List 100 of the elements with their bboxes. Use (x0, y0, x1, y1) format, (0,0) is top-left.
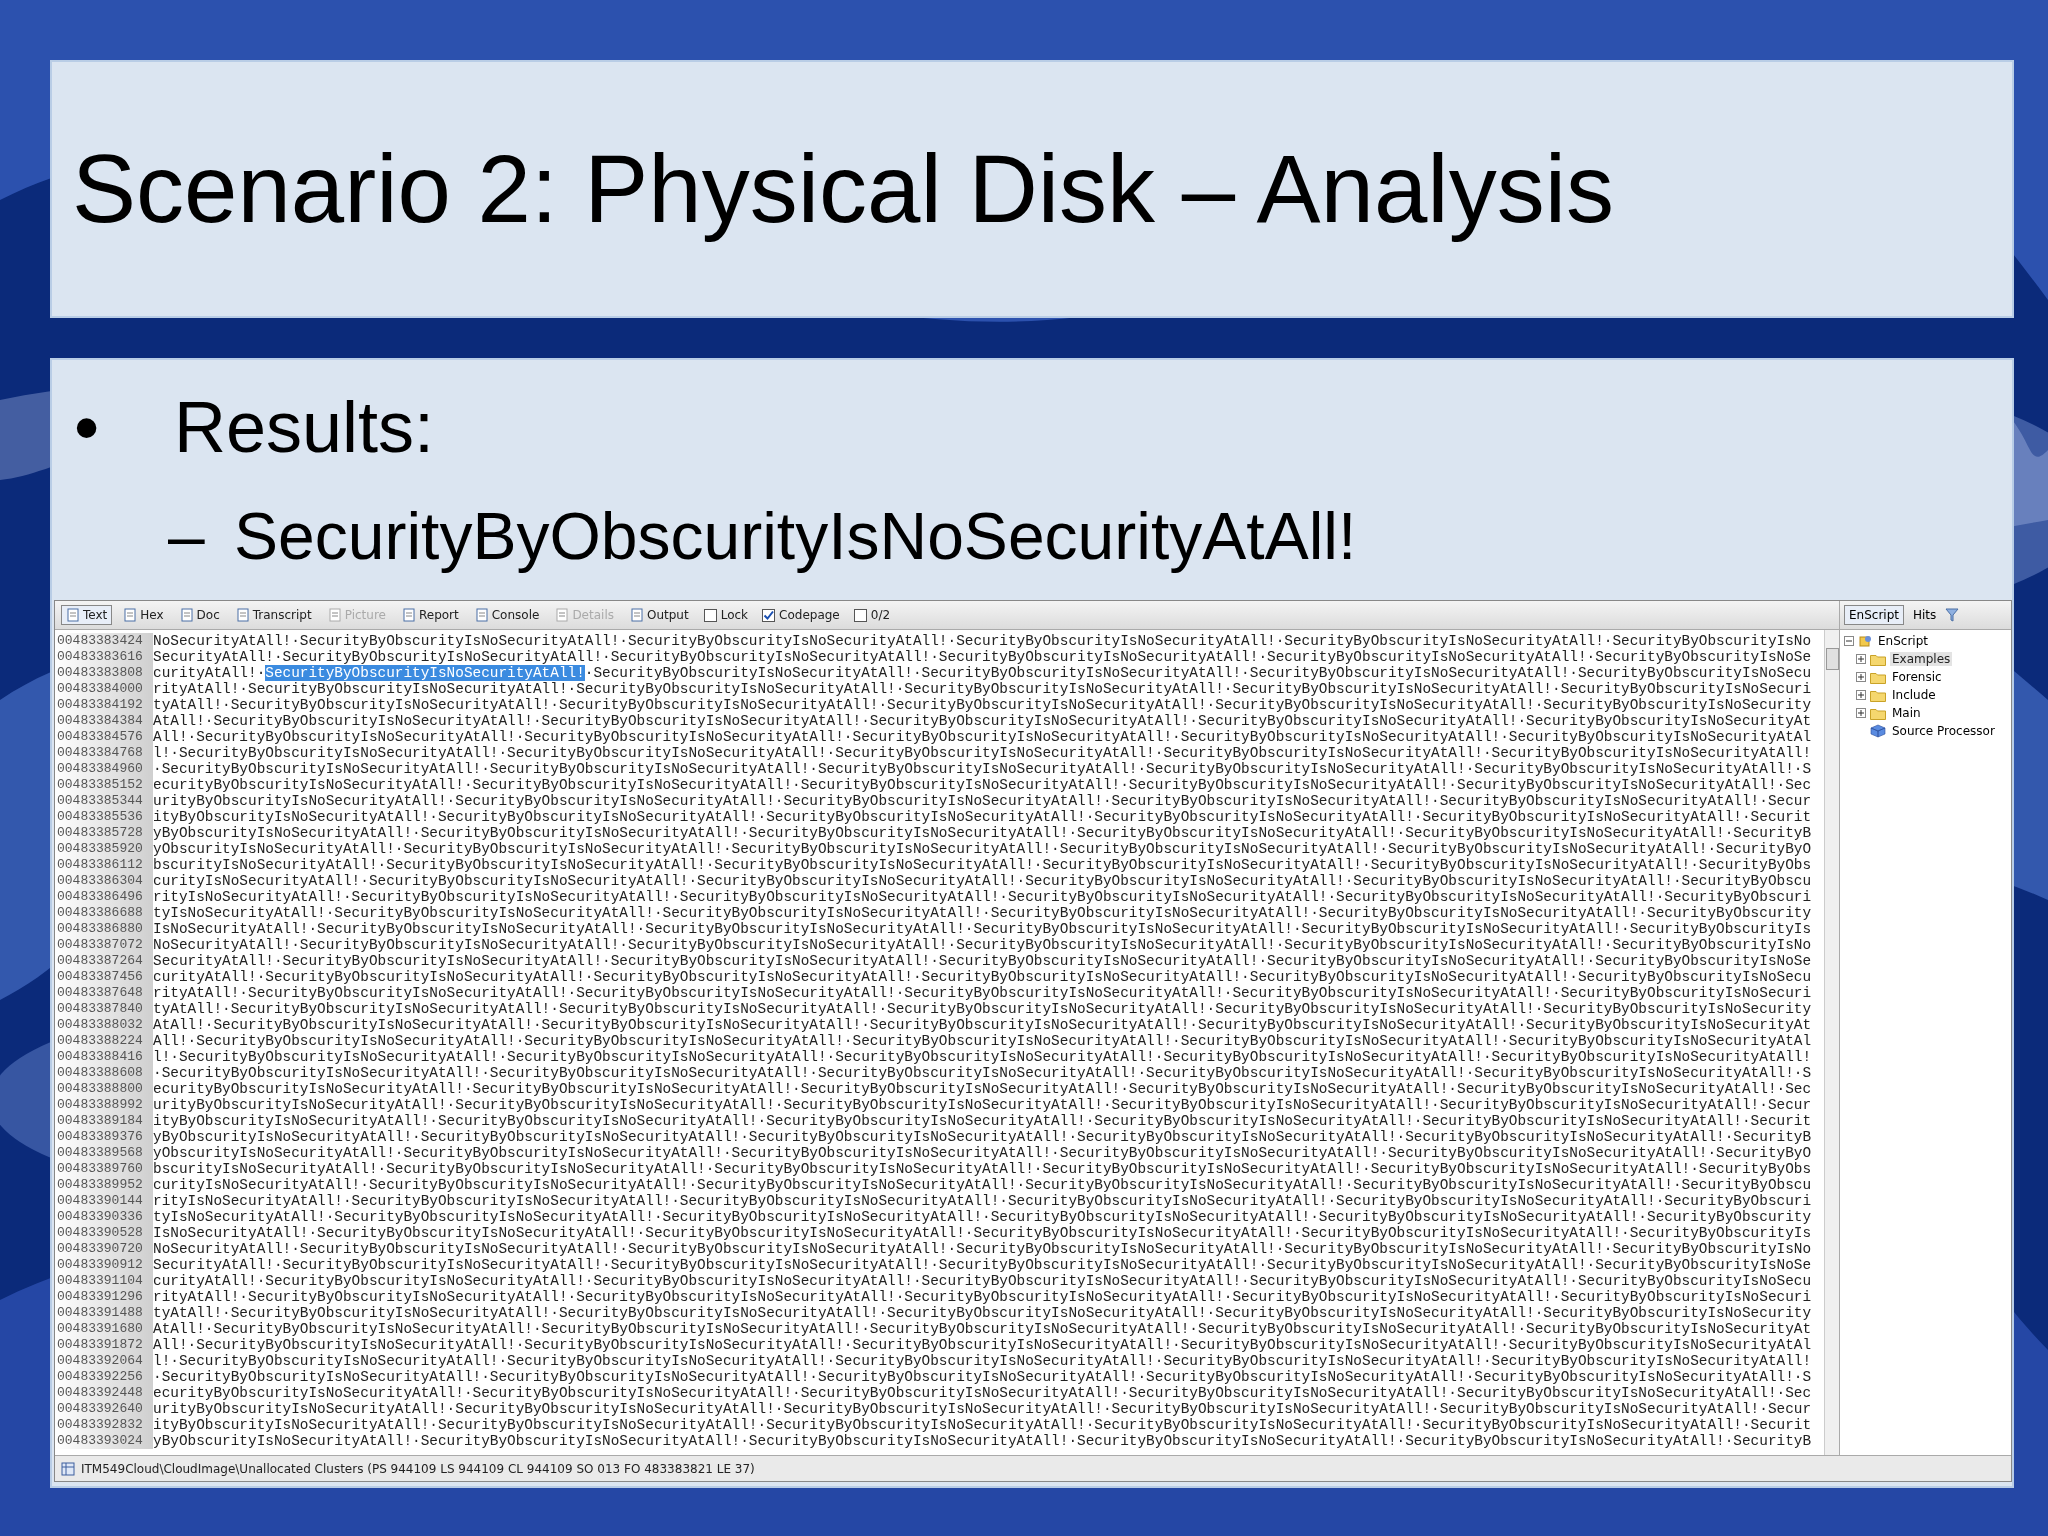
data-text: IsNoSecurityAtAll!·SecurityByObscurityIsNoSecurityAtAll!·SecurityByObscurityIsNoSecurityAtAll!·SecurityByObscurityIsNoSecurityAtAll!·SecurityByObscurityIsNoSecurityAtAll!·SecurityByObscurityIs (153, 921, 1812, 937)
offset-cell: 00483391488 (55, 1305, 153, 1321)
bullet-text: SecurityByObscurityIsNoSecurityAtAll! (234, 498, 1357, 574)
data-text: tyIsNoSecurityAtAll!·SecurityByObscurityIsNoSecurityAtAll!·SecurityByObscurityIsNoSecurityAtAll!·SecurityByObscurityIsNoSecurityAtAll!·SecurityByObscurityIsNoSecurityAtAll!·SecurityByObscurity (153, 1209, 1812, 1225)
page-icon (555, 608, 570, 622)
tree-item[interactable]: Examples (1890, 652, 1953, 666)
offset-cell: 00483387264 (55, 953, 153, 969)
offset-cell: 00483384768 (55, 745, 153, 761)
checkbox[interactable] (853, 608, 867, 622)
data-text: rityAtAll!·SecurityByObscurityIsNoSecurityAtAll!·SecurityByObscurityIsNoSecurityAtAll!·SecurityByObscurityIsNoSecurityAtAll!·SecurityByObscurityIsNoSecurityAtAll!·SecurityByObscurityIsNoSecuri (153, 1289, 1812, 1305)
tree-item[interactable]: Forensic (1890, 670, 1944, 684)
script-icon (1858, 634, 1872, 648)
offset-cell: 00483385920 (55, 841, 153, 857)
data-text: tyIsNoSecurityAtAll!·SecurityByObscurityIsNoSecurityAtAll!·SecurityByObscurityIsNoSecurityAtAll!·SecurityByObscurityIsNoSecurityAtAll!·SecurityByObscurityIsNoSecurityAtAll!·SecurityByObscurity (153, 905, 1812, 921)
data-text: ecurityByObscurityIsNoSecurityAtAll!·SecurityByObscurityIsNoSecurityAtAll!·SecurityByObscurityIsNoSecurityAtAll!·SecurityByObscurityIsNoSecurityAtAll!·SecurityByObscurityIsNoSecurityAtAll!·Sec (153, 777, 1812, 793)
page-icon (327, 608, 342, 622)
data-text: NoSecurityAtAll!·SecurityByObscurityIsNoSecurityAtAll!·SecurityByObscurityIsNoSecurityAtAll!·SecurityByObscurityIsNoSecurityAtAll!·SecurityByObscurityIsNoSecurityAtAll!·SecurityByObscurityIsNo (153, 633, 1812, 649)
panel-tab[interactable]: Hits (1908, 605, 1942, 625)
data-text: bscurityIsNoSecurityAtAll!·SecurityByObscurityIsNoSecurityAtAll!·SecurityByObscurityIsNoSecurityAtAll!·SecurityByObscurityIsNoSecurityAtAll!·SecurityByObscurityIsNoSecurityAtAll!·SecurityByObs (153, 1161, 1812, 1177)
offset-cell: 00483389760 (55, 1161, 153, 1177)
expand-icon[interactable] (1856, 672, 1866, 682)
data-text: curityIsNoSecurityAtAll!·SecurityByObscurityIsNoSecurityAtAll!·SecurityByObscurityIsNoSecurityAtAll!·SecurityByObscurityIsNoSecurityAtAll!·SecurityByObscurityIsNoSecurityAtAll!·SecurityByObscu (153, 1177, 1812, 1193)
offset-cell: 00483386496 (55, 889, 153, 905)
data-text: tyAtAll!·SecurityByObscurityIsNoSecurityAtAll!·SecurityByObscurityIsNoSecurityAtAll!·SecurityByObscurityIsNoSecurityAtAll!·SecurityByObscurityIsNoSecurityAtAll!·SecurityByObscurityIsNoSecurity (153, 697, 1812, 713)
data-text: urityByObscurityIsNoSecurityAtAll!·SecurityByObscurityIsNoSecurityAtAll!·SecurityByObscurityIsNoSecurityAtAll!·SecurityByObscurityIsNoSecurityAtAll!·SecurityByObscurityIsNoSecurityAtAll!·Secur (153, 1401, 1812, 1417)
collapse-icon[interactable] (1844, 636, 1854, 646)
data-text: curityAtAll!·SecurityByObscurityIsNoSecurityAtAll!·SecurityByObscurityIsNoSecurityAtAll!·SecurityByObscurityIsNoSecurityAtAll!·SecurityByObscurityIsNoSecurityAtAll!·SecurityByObscurityIsNoSecu (153, 969, 1812, 985)
data-text: rityIsNoSecurityAtAll!·SecurityByObscurityIsNoSecurityAtAll!·SecurityByObscurityIsNoSecurityAtAll!·SecurityByObscurityIsNoSecurityAtAll!·SecurityByObscurityIsNoSecurityAtAll!·SecurityByObscuri (153, 889, 1812, 905)
data-text: ityByObscurityIsNoSecurityAtAll!·SecurityByObscurityIsNoSecurityAtAll!·SecurityByObscurityIsNoSecurityAtAll!·SecurityByObscurityIsNoSecurityAtAll!·SecurityByObscurityIsNoSecurityAtAll!·Securit (153, 1417, 1812, 1433)
page-icon (474, 608, 489, 622)
tree-item[interactable]: EnScript (1876, 634, 1930, 648)
data-text: curityIsNoSecurityAtAll!·SecurityByObscurityIsNoSecurityAtAll!·SecurityByObscurityIsNoSecurityAtAll!·SecurityByObscurityIsNoSecurityAtAll!·SecurityByObscurityIsNoSecurityAtAll!·SecurityByObscu (153, 873, 1812, 889)
bullet-marker: • (74, 386, 101, 468)
slide-title: Scenario 2: Physical Disk – Analysis (72, 134, 1614, 244)
offset-cell: 00483390912 (55, 1257, 153, 1273)
offset-cell: 00483386688 (55, 905, 153, 921)
data-text: urityByObscurityIsNoSecurityAtAll!·SecurityByObscurityIsNoSecurityAtAll!·SecurityByObscurityIsNoSecurityAtAll!·SecurityByObscurityIsNoSecurityAtAll!·SecurityByObscurityIsNoSecurityAtAll!·Secur (153, 793, 1812, 809)
data-text: ·SecurityByObscurityIsNoSecurityAtAll!·SecurityByObscurityIsNoSecurityAtAll!·SecurityByObscurityIsNoSecurityAtAll!·SecurityByObscurityIsNoSecurityAtAll!·SecurityByObscurityIsNoSecurityAtAll!·S (153, 1065, 1812, 1081)
view-tab[interactable]: Report (396, 605, 464, 625)
data-text: IsNoSecurityAtAll!·SecurityByObscurityIsNoSecurityAtAll!·SecurityByObscurityIsNoSecurityAtAll!·SecurityByObscurityIsNoSecurityAtAll!·SecurityByObscurityIsNoSecurityAtAll!·SecurityByObscurityIs (153, 1225, 1812, 1241)
offset-cell: 00483388608 (55, 1065, 153, 1081)
data-text: yByObscurityIsNoSecurityAtAll!·SecurityByObscurityIsNoSecurityAtAll!·SecurityByObscurityIsNoSecurityAtAll!·SecurityByObscurityIsNoSecurityAtAll!·SecurityByObscurityIsNoSecurityAtAll!·SecurityB (153, 1129, 1812, 1145)
offset-cell: 00483388992 (55, 1097, 153, 1113)
folder-icon (1870, 652, 1886, 666)
folder-icon (1870, 706, 1886, 720)
expand-icon[interactable] (1856, 690, 1866, 700)
checkbox[interactable] (762, 608, 776, 622)
data-text: AtAll!·SecurityByObscurityIsNoSecurityAtAll!·SecurityByObscurityIsNoSecurityAtAll!·SecurityByObscurityIsNoSecurityAtAll!·SecurityByObscurityIsNoSecurityAtAll!·SecurityByObscurityIsNoSecurityAt (153, 1321, 1812, 1337)
view-tab[interactable]: Text (61, 605, 113, 625)
view-tab[interactable]: Transcript (230, 605, 317, 625)
tree-item[interactable]: Main (1890, 706, 1923, 720)
checkbox[interactable] (703, 608, 717, 622)
view-tab[interactable]: Doc (174, 605, 225, 625)
offset-cell: 00483385344 (55, 793, 153, 809)
view-tab[interactable]: Hex (118, 605, 169, 625)
offset-cell: 00483388416 (55, 1049, 153, 1065)
expand-icon[interactable] (1856, 708, 1866, 718)
offset-cell: 00483387648 (55, 985, 153, 1001)
panel-tab[interactable]: EnScript (1844, 605, 1904, 625)
data-text: SecurityAtAll!·SecurityByObscurityIsNoSecurityAtAll!·SecurityByObscurityIsNoSecurityAtAll!·SecurityByObscurityIsNoSecurityAtAll!·SecurityByObscurityIsNoSecurityAtAll!·SecurityByObscurityIsNoSe (153, 1257, 1812, 1273)
offset-cell: 00483383808 (55, 665, 153, 681)
tree-item[interactable]: Include (1890, 688, 1938, 702)
data-text: rityAtAll!·SecurityByObscurityIsNoSecurityAtAll!·SecurityByObscurityIsNoSecurityAtAll!·SecurityByObscurityIsNoSecurityAtAll!·SecurityByObscurityIsNoSecurityAtAll!·SecurityByObscurityIsNoSecuri (153, 985, 1812, 1001)
data-text: AtAll!·SecurityByObscurityIsNoSecurityAtAll!·SecurityByObscurityIsNoSecurityAtAll!·SecurityByObscurityIsNoSecurityAtAll!·SecurityByObscurityIsNoSecurityAtAll!·SecurityByObscurityIsNoSecurityAt (153, 1017, 1812, 1033)
data-text: urityByObscurityIsNoSecurityAtAll!·SecurityByObscurityIsNoSecurityAtAll!·SecurityByObscurityIsNoSecurityAtAll!·SecurityByObscurityIsNoSecurityAtAll!·SecurityByObscurityIsNoSecurityAtAll!·Secur (153, 1097, 1812, 1113)
scrollbar[interactable] (1824, 630, 1839, 1455)
view-tab[interactable]: Console (469, 605, 545, 625)
tree-item[interactable]: Source Processor (1890, 724, 1997, 738)
offset-cell: 00483386880 (55, 921, 153, 937)
view-tab[interactable]: Output (625, 605, 694, 625)
data-text: AtAll!·SecurityByObscurityIsNoSecurityAtAll!·SecurityByObscurityIsNoSecurityAtAll!·SecurityByObscurityIsNoSecurityAtAll!·SecurityByObscurityIsNoSecurityAtAll!·SecurityByObscurityIsNoSecurityAt (153, 713, 1812, 729)
data-text: rityAtAll!·SecurityByObscurityIsNoSecurityAtAll!·SecurityByObscurityIsNoSecurityAtAll!·SecurityByObscurityIsNoSecurityAtAll!·SecurityByObscurityIsNoSecurityAtAll!·SecurityByObscurityIsNoSecuri (153, 681, 1812, 697)
data-text: bscurityIsNoSecurityAtAll!·SecurityByObscurityIsNoSecurityAtAll!·SecurityByObscurityIsNoSecurityAtAll!·SecurityByObscurityIsNoSecurityAtAll!·SecurityByObscurityIsNoSecurityAtAll!·SecurityByObs (153, 857, 1812, 873)
offset-cell: 00483390720 (55, 1241, 153, 1257)
offset-cell: 00483383424 (55, 633, 153, 649)
data-text: yObscurityIsNoSecurityAtAll!·SecurityByObscurityIsNoSecurityAtAll!·SecurityByObscurityIsNoSecurityAtAll!·SecurityByObscurityIsNoSecurityAtAll!·SecurityByObscurityIsNoSecurityAtAll!·SecurityByO (153, 1145, 1812, 1161)
offset-cell: 00483387840 (55, 1001, 153, 1017)
folder-icon (1870, 670, 1886, 684)
offset-cell: 00483392832 (55, 1417, 153, 1433)
offset-cell: 00483388032 (55, 1017, 153, 1033)
filter-icon[interactable] (1945, 608, 1960, 622)
data-text: SecurityAtAll!·SecurityByObscurityIsNoSecurityAtAll!·SecurityByObscurityIsNoSecurityAtAll!·SecurityByObscurityIsNoSecurityAtAll!·SecurityByObscurityIsNoSecurityAtAll!·SecurityByObscurityIsNoSe (153, 649, 1812, 665)
data-text: All!·SecurityByObscurityIsNoSecurityAtAll!·SecurityByObscurityIsNoSecurityAtAll!·SecurityByObscurityIsNoSecurityAtAll!·SecurityByObscurityIsNoSecurityAtAll!·SecurityByObscurityIsNoSecurityAtAl (153, 729, 1812, 745)
checkbox-label: Lock (720, 608, 749, 622)
offset-cell: 00483387456 (55, 969, 153, 985)
offset-cell: 00483385152 (55, 777, 153, 793)
offset-cell: 00483392064 (55, 1353, 153, 1369)
data-text: rityIsNoSecurityAtAll!·SecurityByObscurityIsNoSecurityAtAll!·SecurityByObscurityIsNoSecurityAtAll!·SecurityByObscurityIsNoSecurityAtAll!·SecurityByObscurityIsNoSecurityAtAll!·SecurityByObscuri (153, 1193, 1812, 1209)
data-text: curityAtAll!·SecurityByObscurityIsNoSecurityAtAll!·SecurityByObscurityIsNoSecurityAtAll!·SecurityByObscurityIsNoSecurityAtAll!·SecurityByObscurityIsNoSecurityAtAll!·SecurityByObscurityIsNoSecu (153, 1273, 1812, 1289)
offset-cell: 00483389952 (55, 1177, 153, 1193)
offset-cell: 00483384192 (55, 697, 153, 713)
data-text: All!·SecurityByObscurityIsNoSecurityAtAll!·SecurityByObscurityIsNoSecurityAtAll!·SecurityByObscurityIsNoSecurityAtAll!·SecurityByObscurityIsNoSecurityAtAll!·SecurityByObscurityIsNoSecurityAtAl (153, 1337, 1812, 1353)
bullet-marker: – (168, 498, 206, 574)
expand-icon[interactable] (1856, 654, 1866, 664)
offset-cell: 00483386304 (55, 873, 153, 889)
bullet-text: Results: (174, 386, 435, 468)
folder-icon (1870, 688, 1886, 702)
offset-cell: 00483391296 (55, 1289, 153, 1305)
data-text: l!·SecurityByObscurityIsNoSecurityAtAll!·SecurityByObscurityIsNoSecurityAtAll!·SecurityByObscurityIsNoSecurityAtAll!·SecurityByObscurityIsNoSecurityAtAll!·SecurityByObscurityIsNoSecurityAtAll! (153, 745, 1812, 761)
offset-cell: 00483384576 (55, 729, 153, 745)
